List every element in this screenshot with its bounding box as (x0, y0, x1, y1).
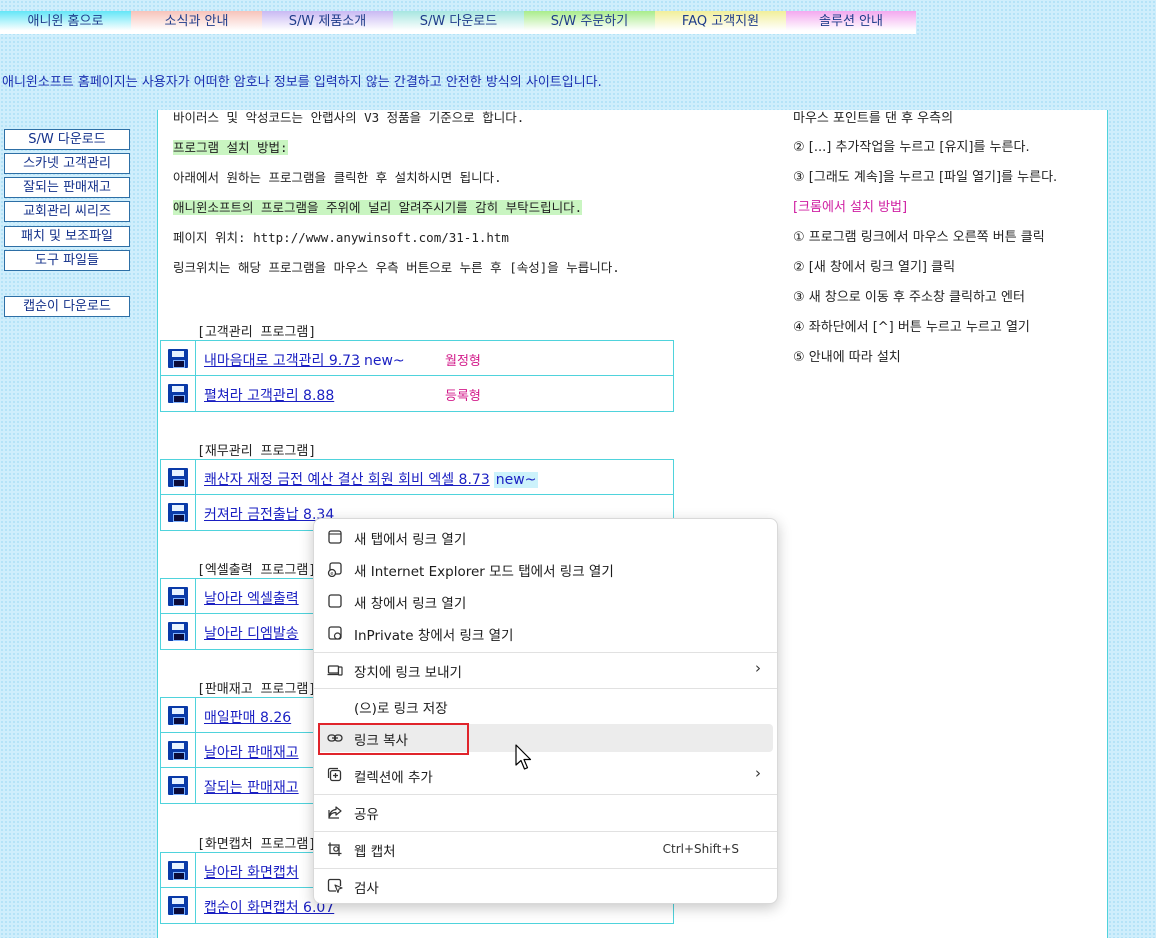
program-link[interactable]: 날아라 화면캡처 (204, 862, 299, 882)
license-type: 등록형 (445, 389, 481, 404)
menu-divider (314, 652, 777, 653)
sidebar-item-sales-stock[interactable]: 잘되는 판매재고 (4, 177, 130, 198)
site-notice: 애니윈소프트 홈페이지는 사용자가 어떠한 암호나 정보를 입력하지 않는 간결… (2, 75, 602, 90)
floppy-disk-icon (168, 586, 188, 606)
sidebar-item-patches[interactable]: 패치 및 보조파일 (4, 226, 130, 247)
send-to-device-icon (326, 661, 344, 679)
info-line: 링크위치는 해당 프로그램을 마우스 우측 버튼으로 누른 후 [속성]을 누릅… (173, 260, 620, 275)
menu-item-save-link-as[interactable]: (으)로 링크 저장 (318, 692, 773, 720)
table-row: 펼쳐라 고객관리 8.88 등록형 (161, 376, 673, 411)
sidebar-item-capsuni[interactable]: 캡순이 다운로드 (4, 296, 130, 317)
menu-item-add-to-collections[interactable]: 컬렉션에 추가 › (318, 761, 773, 789)
right-instruction: ③ [그래도 계속]을 누르고 [파일 열기]를 누른다. (793, 170, 1058, 185)
menu-item-open-ie-mode[interactable]: e 새 Internet Explorer 모드 탭에서 링크 열기 (318, 555, 773, 583)
right-instruction: ⑤ 안내에 따라 설치 (793, 350, 901, 365)
sidebar-item-skanet[interactable]: 스카넷 고객관리 (4, 153, 130, 174)
share-icon (326, 803, 344, 821)
collections-icon (326, 766, 344, 784)
program-link[interactable]: 펼쳐라 고객관리 8.88 (204, 385, 334, 405)
new-tab-icon (326, 528, 344, 546)
nav-tab-faq[interactable]: FAQ 고객지원 (655, 11, 786, 34)
right-instruction: 마우스 포인트를 댄 후 우측의 (793, 111, 954, 126)
menu-item-inspect[interactable]: 검사 (318, 872, 773, 900)
floppy-disk-icon (168, 705, 188, 725)
floppy-disk-icon (168, 860, 188, 880)
right-instruction: ③ 새 창으로 이동 후 주소창 클릭하고 엔터 (793, 290, 1025, 305)
info-line: 아래에서 원하는 프로그램을 클릭한 후 설치하시면 됩니다. (173, 170, 502, 185)
new-badge: new~ (364, 353, 405, 369)
nav-tab-solutions[interactable]: 솔루션 안내 (786, 11, 916, 34)
section-title: [판매재고 프로그램] (197, 682, 317, 697)
nav-tab-news[interactable]: 소식과 안내 (131, 11, 262, 34)
context-menu: 새 탭에서 링크 열기 e 새 Internet Explorer 모드 탭에서… (313, 518, 778, 904)
section-title: [화면캡처 프로그램] (197, 837, 317, 852)
highlight-box (318, 723, 469, 755)
nav-tab-home[interactable]: 애니윈 홈으로 (0, 11, 131, 34)
table-row: 내마음대로 고객관리 9.73 new~ 월정형 (161, 341, 673, 376)
program-link[interactable]: 쾌산자 재정 금전 예산 결산 회원 회비 엑셀 8.73 new~ (204, 469, 539, 489)
program-link[interactable]: 날아라 판매재고 (204, 742, 299, 762)
inspect-icon (326, 877, 344, 895)
menu-item-send-to-device[interactable]: 장치에 링크 보내기 › (318, 656, 773, 684)
sidebar-item-church[interactable]: 교회관리 씨리즈 (4, 201, 130, 222)
top-nav: 애니윈 홈으로 소식과 안내 S/W 제품소개 S/W 다운로드 S/W 주문하… (0, 11, 916, 34)
menu-item-share[interactable]: 공유 (318, 798, 773, 826)
menu-item-web-capture[interactable]: 웹 캡처 Ctrl+Shift+S (318, 835, 773, 863)
mouse-cursor-icon (515, 744, 532, 770)
sidebar-item-download[interactable]: S/W 다운로드 (4, 129, 130, 150)
program-link[interactable]: 날아라 디엠발송 (204, 623, 299, 643)
section-title: [엑셀출력 프로그램] (197, 563, 317, 578)
promo-line: 애니윈소프트의 프로그램을 주위에 널리 알려주시기를 감히 부탁드립니다. (173, 200, 583, 215)
menu-item-open-new-window[interactable]: 새 창에서 링크 열기 (318, 587, 773, 615)
ie-mode-icon: e (326, 560, 344, 578)
floppy-disk-icon (168, 896, 188, 915)
program-link[interactable]: 내마음대로 고객관리 9.73 new~ (204, 350, 405, 370)
chrome-install-heading: [크롬에서 설치 방법] (793, 200, 908, 215)
right-instruction: ① 프로그램 링크에서 마우스 오른쪽 버튼 클릭 (793, 230, 1045, 245)
page-location: 페이지 위치: http://www.anywinsoft.com/31-1.h… (173, 230, 509, 245)
info-line: 바이러스 및 악성코드는 안랩사의 V3 정품을 기준으로 합니다. (173, 110, 525, 125)
nav-tab-order[interactable]: S/W 주문하기 (524, 11, 655, 34)
svg-text:e: e (330, 571, 333, 577)
chevron-right-icon: › (755, 764, 761, 782)
floppy-disk-icon (168, 467, 188, 487)
web-capture-icon (326, 840, 344, 858)
nav-tab-download[interactable]: S/W 다운로드 (393, 11, 524, 34)
program-link[interactable]: 잘되는 판매재고 (204, 777, 299, 797)
section-title: [고객관리 프로그램] (197, 325, 317, 340)
section-title: [재무관리 프로그램] (197, 444, 317, 459)
program-table: 내마음대로 고객관리 9.73 new~ 월정형 펼쳐라 고객관리 8.88 등록… (160, 340, 674, 412)
floppy-disk-icon (168, 776, 188, 795)
program-link[interactable]: 매일판매 8.26 (204, 707, 291, 727)
right-instruction: ② [새 창에서 링크 열기] 클릭 (793, 260, 956, 275)
new-window-icon (326, 592, 344, 610)
chevron-right-icon: › (755, 659, 761, 677)
floppy-disk-icon (168, 348, 188, 368)
floppy-disk-icon (168, 384, 188, 403)
new-badge: new~ (493, 472, 539, 488)
license-type: 월정형 (445, 354, 481, 369)
table-row: 쾌산자 재정 금전 예산 결산 회원 회비 엑셀 8.73 new~ (161, 460, 673, 495)
floppy-disk-icon (168, 503, 188, 522)
menu-divider (314, 831, 777, 832)
inprivate-icon (326, 624, 344, 642)
menu-divider (314, 868, 777, 869)
shortcut-hint: Ctrl+Shift+S (662, 842, 739, 856)
menu-item-open-inprivate[interactable]: InPrivate 창에서 링크 열기 (318, 619, 773, 647)
install-heading: 프로그램 설치 방법: (173, 140, 288, 155)
nav-tab-products[interactable]: S/W 제품소개 (262, 11, 393, 34)
program-link[interactable]: 날아라 엑셀출력 (204, 588, 299, 608)
right-instruction: ④ 좌하단에서 [^] 버튼 누르고 누르고 열기 (793, 320, 1030, 335)
floppy-disk-icon (168, 740, 188, 760)
right-instruction: ② [...] 추가작업을 누르고 [유지]를 누른다. (793, 140, 1030, 155)
menu-divider (314, 794, 777, 795)
sidebar-item-tools[interactable]: 도구 파일들 (4, 250, 130, 271)
floppy-disk-icon (168, 622, 188, 641)
menu-item-open-new-tab[interactable]: 새 탭에서 링크 열기 (318, 523, 773, 551)
menu-divider (314, 688, 777, 689)
